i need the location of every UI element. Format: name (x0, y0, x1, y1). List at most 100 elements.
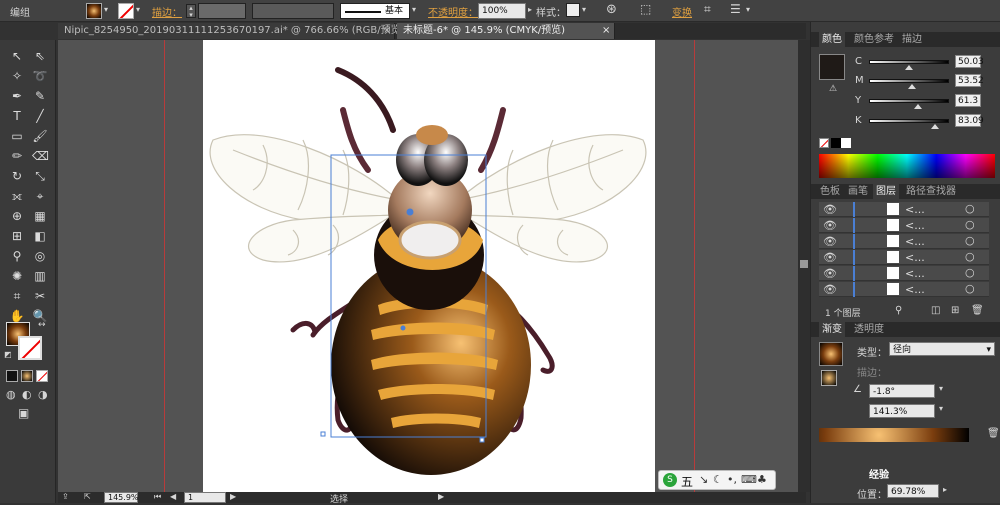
paintbrush-icon[interactable]: 🖌 (32, 128, 48, 144)
chevron-down-icon[interactable]: ▾ (746, 5, 750, 14)
none-mode-icon[interactable] (36, 370, 48, 382)
layer-row[interactable]: 👁 <... ○ (819, 266, 989, 281)
recolor-artwork-icon[interactable]: ⊛ (606, 2, 617, 17)
free-transform-icon[interactable]: ⌖ (32, 188, 48, 204)
ime-mode-label[interactable]: 五 (681, 473, 693, 490)
screen-mode-icon[interactable]: ▣ (18, 406, 29, 420)
channel-k-field[interactable]: 83.09 (955, 114, 984, 127)
gradient-preview[interactable] (819, 342, 843, 366)
gradient-aspect-field[interactable]: 141.3% (869, 404, 935, 418)
tab-gradient[interactable]: 渐变 (819, 322, 845, 337)
close-icon[interactable]: × (602, 25, 610, 36)
draw-mode-icon[interactable]: ◍ (6, 388, 16, 401)
align-icon[interactable]: ⬚ (640, 2, 651, 16)
rotate-tool-icon[interactable]: ↻ (9, 168, 25, 184)
panel-menu-icon[interactable]: ☰ (730, 2, 741, 16)
mesh-tool-icon[interactable]: ⊞ (9, 228, 25, 244)
perspective-grid-icon[interactable]: ▦ (32, 208, 48, 224)
gradient-type-select[interactable]: 径向 ▾ (889, 342, 995, 356)
first-artboard-icon[interactable]: ⏮ (154, 492, 161, 502)
export-icon[interactable]: ⇪ (62, 492, 69, 501)
channel-m-thumb[interactable] (907, 84, 916, 89)
pen-tool-icon[interactable]: ✒ (9, 88, 25, 104)
black-swatch[interactable] (831, 138, 841, 148)
type-tool-icon[interactable]: T (9, 108, 25, 124)
rectangle-tool-icon[interactable]: ▭ (9, 128, 25, 144)
tab-stroke[interactable]: 描边 (899, 32, 925, 47)
close-icon[interactable]: × (383, 25, 391, 36)
tab-document-nipic[interactable]: Nipic_8254950_20190311111253670197.ai* @… (58, 23, 405, 39)
channel-y-thumb[interactable] (913, 104, 922, 109)
delete-stop-icon[interactable]: 🗑 (987, 428, 1000, 439)
gradient-fill-box[interactable] (821, 370, 837, 386)
tab-brushes[interactable]: 画笔 (845, 184, 871, 199)
graphic-style-swatch[interactable] (566, 3, 580, 17)
artboard-tool-icon[interactable]: ⌗ (9, 288, 25, 304)
channel-k-slider[interactable] (869, 119, 949, 129)
blend-tool-icon[interactable]: ◎ (32, 248, 48, 264)
bee-illustration[interactable] (203, 40, 655, 492)
draw-inside-icon[interactable]: ◑ (38, 388, 48, 401)
color-mode-icon[interactable] (6, 370, 18, 382)
out-of-gamut-icon[interactable]: ⚠ (829, 84, 837, 94)
delete-layer-icon[interactable]: 🗑 (971, 305, 984, 316)
layer-row[interactable]: 👁 <... ○ (819, 202, 989, 217)
scale-tool-icon[interactable]: ⤡ (32, 168, 48, 184)
prev-artboard-icon[interactable]: ◀ (170, 492, 176, 501)
skin-icon[interactable]: ♣ (757, 473, 767, 486)
white-swatch[interactable] (841, 138, 851, 148)
channel-k-thumb[interactable] (930, 124, 939, 129)
color-spectrum[interactable] (819, 154, 995, 178)
vertical-scrollbar[interactable] (798, 40, 810, 492)
fill-color-swatch[interactable] (819, 54, 845, 80)
slice-tool-icon[interactable]: ✂ (32, 288, 48, 304)
gradient-slider[interactable] (819, 428, 969, 442)
line-tool-icon[interactable]: ╱ (32, 108, 48, 124)
tab-color[interactable]: 颜色 (819, 32, 845, 47)
gradient-mode-icon[interactable] (21, 370, 33, 382)
status-menu-icon[interactable]: ▶ (438, 492, 444, 501)
column-graph-icon[interactable]: ▥ (32, 268, 48, 284)
keyboard-icon[interactable]: ⌨ (741, 473, 757, 486)
chevron-down-icon[interactable]: ▾ (412, 5, 416, 14)
chevron-down-icon[interactable]: ▾ (939, 404, 943, 413)
chevron-down-icon[interactable]: ▾ (136, 5, 140, 14)
gradient-angle-field[interactable]: -1.8° (869, 384, 935, 398)
channel-c-slider[interactable] (869, 60, 949, 70)
chevron-down-icon[interactable]: ▾ (582, 5, 586, 14)
next-artboard-icon[interactable]: ▶ (230, 492, 236, 501)
selection-tool-icon[interactable]: ↖ (9, 48, 25, 64)
eyedropper-icon[interactable]: ⚲ (9, 248, 25, 264)
share-icon[interactable]: ⇱ (84, 492, 91, 501)
channel-y-field[interactable]: 61.3 (955, 94, 981, 107)
eraser-icon[interactable]: ⌫ (32, 148, 49, 164)
fill-swatch[interactable] (86, 3, 102, 19)
isolate-icon[interactable]: ⌗ (704, 2, 711, 17)
default-colors-icon[interactable]: ◩ (4, 350, 12, 359)
layer-row[interactable]: 👁 <... ○ (819, 234, 989, 249)
tab-document-untitled[interactable]: 未标题-6* @ 145.9% (CMYK/预览) (397, 23, 615, 39)
curvature-tool-icon[interactable]: ✎ (32, 88, 48, 104)
gradient-position-field[interactable]: 69.78% (887, 484, 939, 498)
direct-selection-tool-icon[interactable]: ⇖ (32, 48, 48, 64)
symbol-sprayer-icon[interactable]: ✺ (9, 268, 25, 284)
chevron-down-icon[interactable]: ▾ (104, 5, 108, 14)
tab-transparency[interactable]: 透明度 (851, 322, 887, 337)
channel-m-field[interactable]: 53.52 (955, 74, 984, 87)
stroke-swatch[interactable] (118, 3, 134, 19)
transform-label[interactable]: 变换 (672, 4, 692, 19)
magic-wand-icon[interactable]: ✧ (9, 68, 25, 84)
locate-object-icon[interactable]: ⚲ (895, 305, 902, 316)
layer-row[interactable]: 👁 <... ○ (819, 282, 989, 297)
lasso-icon[interactable]: ➰ (32, 68, 48, 84)
channel-c-field[interactable]: 50.03 (955, 55, 984, 68)
swap-colors-icon[interactable]: ↔ (38, 320, 46, 330)
dot-icon[interactable]: •, (727, 473, 737, 486)
stroke-weight-field[interactable] (198, 3, 246, 19)
width-tool-icon[interactable]: ⟗ (9, 188, 25, 204)
tab-swatches[interactable]: 色板 (817, 184, 843, 199)
new-layer-icon[interactable]: ⊞ (951, 305, 959, 316)
stroke-color-box[interactable] (18, 336, 42, 360)
brush-definition-dropdown[interactable]: 基本 (340, 3, 410, 19)
variable-width-dropdown[interactable] (252, 3, 334, 19)
